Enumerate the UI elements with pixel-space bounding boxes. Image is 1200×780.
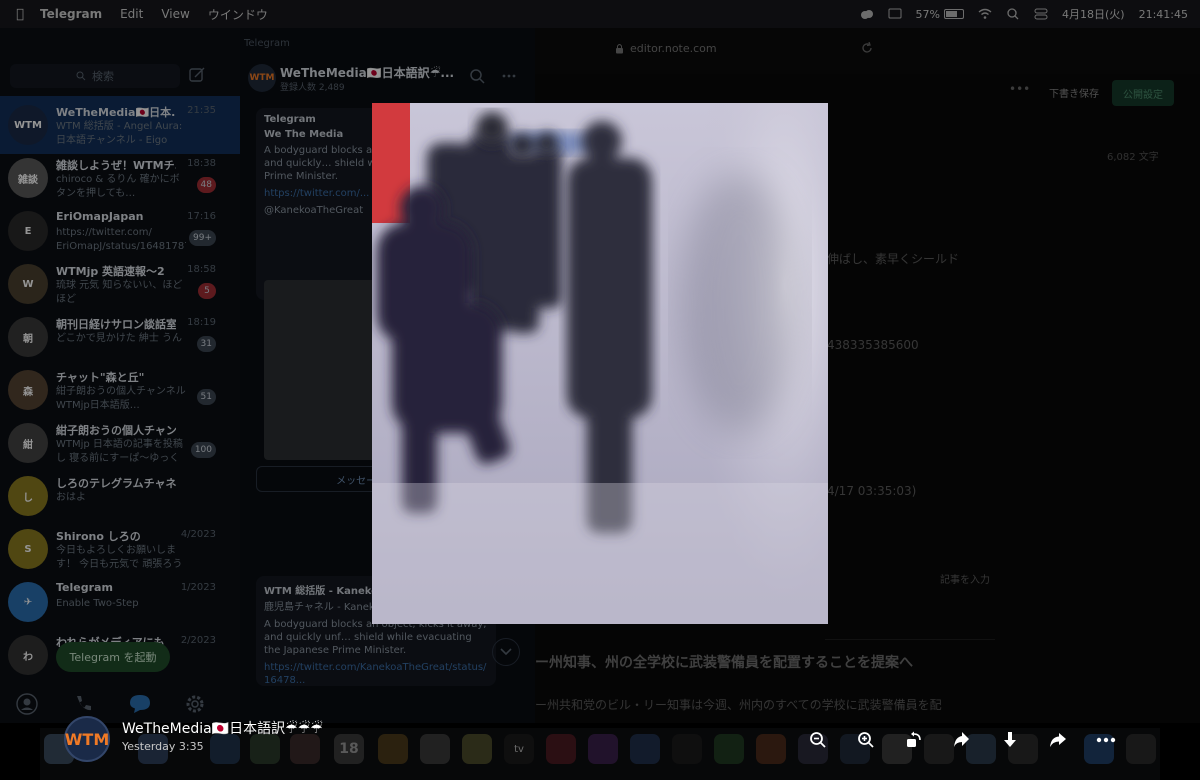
share-button[interactable]: [1046, 728, 1070, 752]
zoom-out-button[interactable]: [806, 728, 830, 752]
zoom-in-icon: [858, 732, 874, 748]
more-icon: [1096, 737, 1116, 743]
forward-button[interactable]: [950, 728, 974, 752]
author-avatar[interactable]: WTM: [64, 716, 110, 762]
download-icon: [1004, 732, 1016, 747]
share-arrow-icon: [1050, 733, 1066, 747]
more-options-button[interactable]: [1094, 728, 1118, 752]
media-author[interactable]: WTM WeTheMedia🇯🇵日本語訳☔☔☔ Yesterday 3:35: [64, 714, 364, 764]
author-name: WeTheMedia🇯🇵日本語訳☔☔☔: [122, 721, 323, 737]
zoom-out-icon: [810, 732, 826, 748]
zoom-in-button[interactable]: [854, 728, 878, 752]
author-avatar-text: WTM: [64, 729, 110, 749]
media-toolbar: [806, 728, 1118, 754]
post-date: Yesterday 3:35: [122, 740, 204, 753]
forward-arrow-icon: [954, 732, 969, 747]
rotate-icon: [907, 731, 921, 747]
rotate-button[interactable]: [902, 728, 926, 752]
media-viewer-video[interactable]: [372, 103, 828, 624]
download-button[interactable]: [998, 728, 1022, 752]
video-frame: [372, 103, 828, 624]
